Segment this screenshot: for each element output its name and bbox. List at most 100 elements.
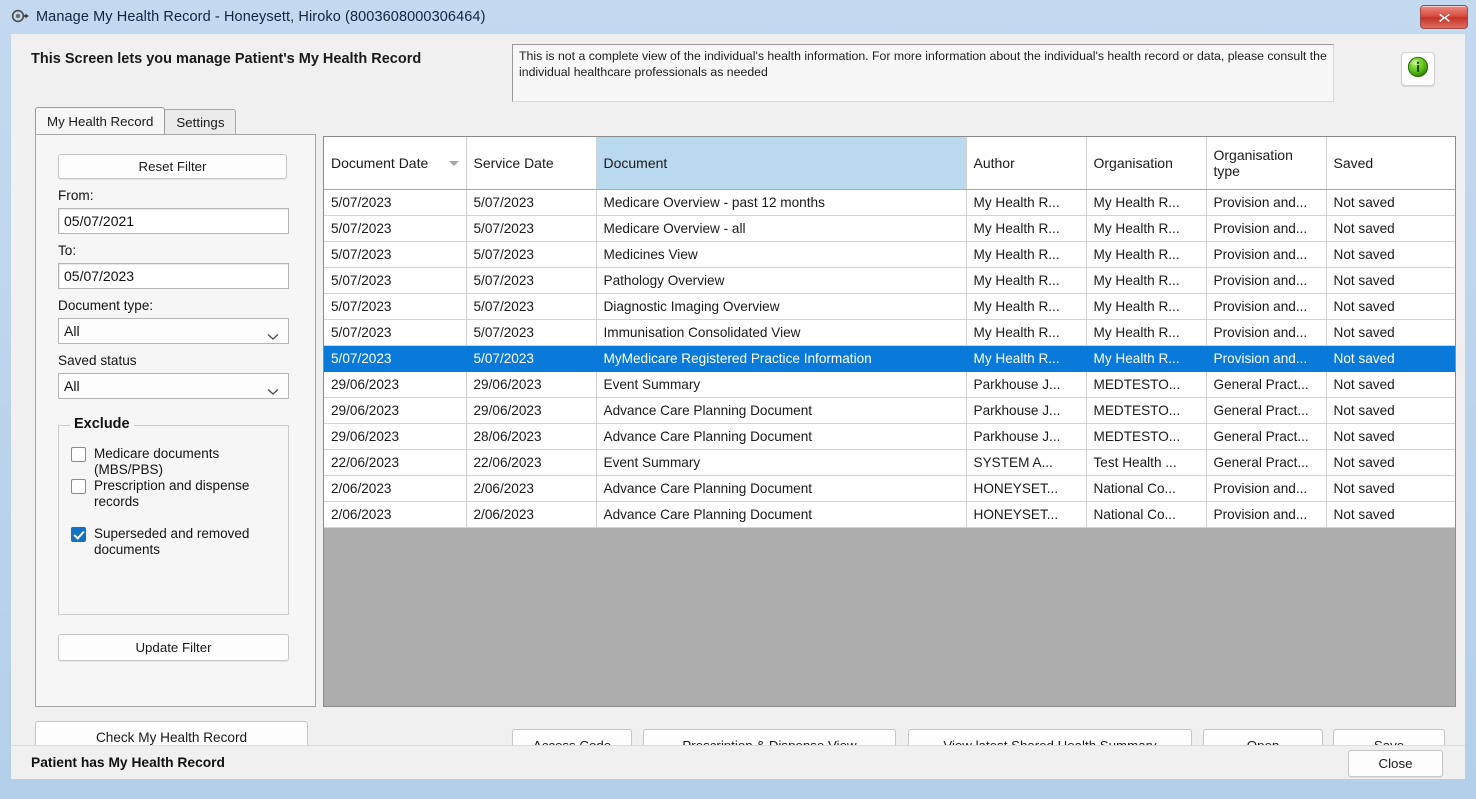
saved-status-select[interactable]: All bbox=[58, 373, 289, 399]
table-cell: My Health R... bbox=[966, 189, 1087, 216]
close-button[interactable]: Close bbox=[1348, 750, 1443, 777]
table-cell: 29/06/2023 bbox=[324, 423, 467, 450]
table-cell: MyMedicare Registered Practice Informati… bbox=[596, 345, 967, 372]
table-cell: Provision and... bbox=[1206, 475, 1327, 502]
exclude-medicare-documents-checkbox-row[interactable]: Medicare documents (MBS/PBS) bbox=[71, 446, 281, 477]
document-type-value: All bbox=[64, 323, 80, 339]
window-close-button[interactable] bbox=[1420, 5, 1468, 29]
column-header-document-date[interactable]: Document Date bbox=[324, 137, 467, 190]
table-cell: Not saved bbox=[1326, 423, 1455, 450]
table-cell: My Health R... bbox=[1086, 319, 1207, 346]
column-header-saved[interactable]: Saved bbox=[1326, 137, 1455, 190]
table-row[interactable]: 5/07/2023 5/07/2023 Medicare Overview - pa… bbox=[324, 189, 1455, 216]
table-cell: MEDTESTO... bbox=[1086, 371, 1207, 398]
table-cell: Pathology Overview bbox=[596, 267, 967, 294]
from-label: From: bbox=[58, 188, 94, 203]
table-row[interactable]: 5/07/2023 5/07/2023 Medicare Overview - al… bbox=[324, 215, 1455, 242]
table-cell: Advance Care Planning Document bbox=[596, 423, 967, 450]
table-row[interactable]: 5/07/2023 5/07/2023 Pathology Overview My H… bbox=[324, 267, 1455, 294]
table-cell: Provision and... bbox=[1206, 319, 1327, 346]
table-cell: 5/07/2023 bbox=[466, 189, 597, 216]
column-header-organisation[interactable]: Organisation bbox=[1086, 137, 1207, 190]
table-cell: Medicines View bbox=[596, 241, 967, 268]
table-row[interactable]: 5/07/2023 5/07/2023 Diagnostic Imaging Ove… bbox=[324, 293, 1455, 320]
column-header-document[interactable]: Document bbox=[596, 137, 967, 190]
table-cell: My Health R... bbox=[966, 319, 1087, 346]
table-cell: Event Summary bbox=[596, 449, 967, 476]
table-cell: My Health R... bbox=[1086, 215, 1207, 242]
saved-status-value: All bbox=[64, 378, 80, 394]
table-row[interactable]: 5/07/2023 5/07/2023 Immunisation Consolida… bbox=[324, 319, 1455, 346]
column-header-author[interactable]: Author bbox=[966, 137, 1087, 190]
table-cell: Event Summary bbox=[596, 371, 967, 398]
tab-my-health-record[interactable]: My Health Record bbox=[35, 107, 166, 134]
documents-grid[interactable]: Document Date Service Date Document Auth… bbox=[323, 136, 1456, 707]
column-header-service-date[interactable]: Service Date bbox=[466, 137, 597, 190]
table-cell: HONEYSET... bbox=[966, 501, 1087, 528]
table-cell: Medicare Overview - past 12 months bbox=[596, 189, 967, 216]
from-date-input[interactable]: 05/07/2021 bbox=[58, 208, 289, 234]
table-cell: Provision and... bbox=[1206, 241, 1327, 268]
table-cell: Parkhouse J... bbox=[966, 371, 1087, 398]
disclaimer-textbox: This is not a complete view of the indiv… bbox=[512, 44, 1334, 102]
filter-panel: Reset Filter From: 05/07/2021 To: 05/07/… bbox=[35, 134, 316, 707]
table-cell: Not saved bbox=[1326, 345, 1455, 372]
column-header-organisation-type[interactable]: Organisation type bbox=[1206, 137, 1327, 190]
table-cell: 5/07/2023 bbox=[466, 293, 597, 320]
update-filter-button[interactable]: Update Filter bbox=[58, 634, 289, 661]
table-cell: Not saved bbox=[1326, 371, 1455, 398]
reset-filter-button[interactable]: Reset Filter bbox=[58, 154, 287, 179]
sort-descending-icon bbox=[448, 161, 459, 166]
exclude-item-label: Superseded and removed documents bbox=[94, 526, 250, 557]
table-cell: 5/07/2023 bbox=[324, 267, 467, 294]
table-cell: MEDTESTO... bbox=[1086, 397, 1207, 424]
column-label: Saved bbox=[1333, 155, 1374, 171]
table-row[interactable]: 29/06/2023 29/06/2023 Event Summary Parkhou… bbox=[324, 371, 1455, 398]
info-button[interactable] bbox=[1401, 52, 1435, 86]
checkbox-icon[interactable] bbox=[71, 527, 86, 542]
table-row[interactable]: 29/06/2023 29/06/2023 Advance Care Plannin… bbox=[324, 397, 1455, 424]
document-type-select[interactable]: All bbox=[58, 318, 289, 344]
table-cell: General Pract... bbox=[1206, 371, 1327, 398]
table-cell: 5/07/2023 bbox=[324, 345, 467, 372]
table-cell: My Health R... bbox=[1086, 241, 1207, 268]
checkbox-icon[interactable] bbox=[71, 479, 86, 494]
reset-filter-label: Reset Filter bbox=[138, 159, 207, 174]
table-cell: Not saved bbox=[1326, 475, 1455, 502]
table-cell: Parkhouse J... bbox=[966, 397, 1087, 424]
table-cell: 5/07/2023 bbox=[466, 215, 597, 242]
table-cell: My Health R... bbox=[1086, 267, 1207, 294]
table-cell: Parkhouse J... bbox=[966, 423, 1087, 450]
table-cell: Test Health ... bbox=[1086, 449, 1207, 476]
exclude-superseded-documents-checkbox-row[interactable]: Superseded and removed documents bbox=[71, 526, 281, 557]
table-row[interactable]: 5/07/2023 5/07/2023 Medicines View My Healt… bbox=[324, 241, 1455, 268]
to-label: To: bbox=[58, 243, 77, 258]
table-row[interactable]: 29/06/2023 28/06/2023 Advance Care Plannin… bbox=[324, 423, 1455, 450]
table-cell: My Health R... bbox=[966, 345, 1087, 372]
table-cell: Advance Care Planning Document bbox=[596, 397, 967, 424]
tab-settings[interactable]: Settings bbox=[164, 109, 237, 134]
table-cell: 22/06/2023 bbox=[466, 449, 597, 476]
table-row[interactable]: 2/06/2023 2/06/2023 Advance Care Planning … bbox=[324, 501, 1455, 528]
record-scope-icon bbox=[11, 8, 29, 26]
table-cell: 2/06/2023 bbox=[324, 501, 467, 528]
table-cell: Diagnostic Imaging Overview bbox=[596, 293, 967, 320]
table-cell: 2/06/2023 bbox=[324, 475, 467, 502]
table-cell: Not saved bbox=[1326, 501, 1455, 528]
table-cell: 5/07/2023 bbox=[324, 215, 467, 242]
table-cell: Provision and... bbox=[1206, 501, 1327, 528]
table-cell: My Health R... bbox=[1086, 189, 1207, 216]
checkbox-icon[interactable] bbox=[71, 447, 86, 462]
table-cell: 5/07/2023 bbox=[324, 293, 467, 320]
table-cell: MEDTESTO... bbox=[1086, 423, 1207, 450]
table-row[interactable]: 5/07/2023 5/07/2023 MyMedicare Registered … bbox=[324, 345, 1455, 372]
table-row[interactable]: 2/06/2023 2/06/2023 Advance Care Planning … bbox=[324, 475, 1455, 502]
exclude-prescription-records-checkbox-row[interactable]: Prescription and dispense records bbox=[71, 478, 281, 509]
table-cell: My Health R... bbox=[966, 241, 1087, 268]
to-date-input[interactable]: 05/07/2023 bbox=[58, 263, 289, 289]
table-row[interactable]: 22/06/2023 22/06/2023 Event Summary SYSTEM … bbox=[324, 449, 1455, 476]
update-filter-label: Update Filter bbox=[135, 640, 212, 655]
table-cell: HONEYSET... bbox=[966, 475, 1087, 502]
table-cell: 5/07/2023 bbox=[324, 189, 467, 216]
exclude-item-label: Prescription and dispense records bbox=[94, 478, 250, 509]
